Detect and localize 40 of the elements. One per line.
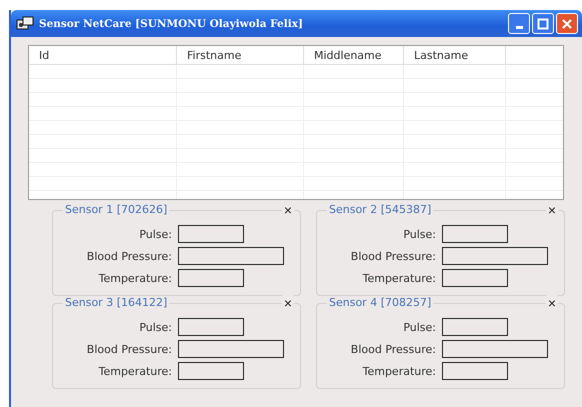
input-field[interactable] [442, 340, 548, 358]
group-title: Sensor 3 [164122] [63, 296, 170, 309]
column-header[interactable]: Lastname [404, 46, 506, 64]
input-field[interactable] [178, 340, 284, 358]
field-label: Blood Pressure: [86, 250, 173, 262]
field-label: Pulse: [402, 228, 437, 240]
field-label: Pulse: [402, 320, 437, 334]
field-label: Pulse: [138, 320, 173, 334]
input-field[interactable] [178, 318, 244, 336]
input-field[interactable] [442, 362, 508, 380]
input-field[interactable] [442, 225, 508, 243]
input-field[interactable] [442, 269, 508, 287]
maximize-button[interactable] [532, 13, 554, 34]
group-title: Sensor 2 [545387] [327, 203, 434, 216]
input-field[interactable] [442, 247, 548, 265]
column-header[interactable]: Firstname [177, 46, 304, 64]
window-title: Sensor NetCare [SUNMONU Olayiwola Felix] [39, 18, 303, 30]
column-header[interactable]: Id [29, 46, 177, 64]
group-title: Sensor 1 [702626] [63, 203, 170, 216]
minimize-icon [516, 26, 522, 29]
field-label: Blood Pressure: [86, 342, 173, 356]
input-field[interactable] [442, 318, 508, 336]
maximize-icon [537, 18, 549, 30]
input-field[interactable] [178, 269, 244, 287]
app-icon [15, 16, 35, 32]
close-button[interactable] [556, 13, 578, 34]
input-field[interactable] [178, 225, 244, 243]
field-label: Blood Pressure: [350, 342, 437, 356]
field-label: Temperature: [98, 364, 173, 378]
close-icon [561, 18, 573, 30]
group-title: Sensor 4 [708257] [327, 296, 434, 309]
input-field[interactable] [178, 362, 244, 380]
field-label: Temperature: [362, 364, 437, 378]
minimize-button[interactable] [508, 13, 530, 34]
field-label: Temperature: [98, 272, 173, 284]
field-label: Blood Pressure: [350, 250, 437, 262]
field-label: Pulse: [138, 228, 173, 240]
field-label: Temperature: [362, 272, 437, 284]
input-field[interactable] [178, 247, 284, 265]
column-header[interactable]: Middlename [304, 46, 404, 64]
